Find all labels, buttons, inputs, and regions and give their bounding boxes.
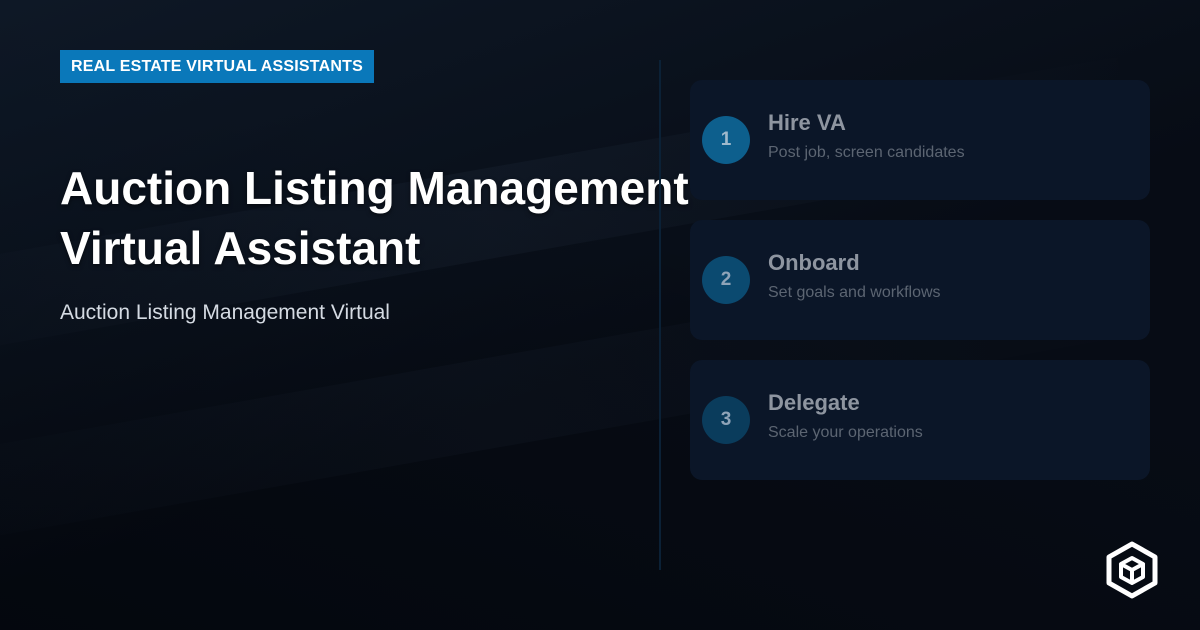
step-description: Set goals and workflows	[768, 284, 941, 301]
step-card-delegate: 3 Delegate Scale your operations	[690, 360, 1150, 480]
page-subtitle: Auction Listing Management Virtual	[60, 301, 390, 324]
hexagon-cube-logo-icon	[1106, 541, 1158, 599]
step-card-onboard: 2 Onboard Set goals and workflows	[690, 220, 1150, 340]
step-card-hire-va: 1 Hire VA Post job, screen candidates	[690, 80, 1150, 200]
step-number-badge: 1	[702, 116, 750, 164]
step-description: Post job, screen candidates	[768, 144, 965, 161]
step-number-badge: 2	[702, 256, 750, 304]
step-title: Onboard	[768, 250, 860, 275]
step-title: Delegate	[768, 390, 860, 415]
step-title: Hire VA	[768, 110, 846, 135]
step-number-badge: 3	[702, 396, 750, 444]
page-title: Auction Listing Management Virtual Assis…	[60, 162, 689, 274]
category-badge: REAL ESTATE VIRTUAL ASSISTANTS	[60, 50, 374, 83]
vertical-divider	[659, 60, 661, 570]
step-description: Scale your operations	[768, 424, 923, 441]
